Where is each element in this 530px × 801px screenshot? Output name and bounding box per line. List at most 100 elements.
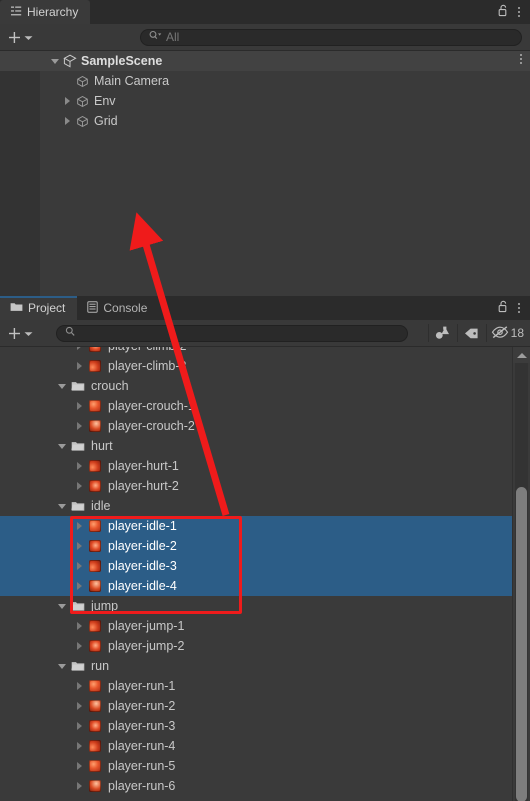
expand-triangle[interactable] xyxy=(72,362,86,370)
project-asset-row[interactable]: player-hurt-1 xyxy=(0,456,530,476)
project-folder-row[interactable]: run xyxy=(0,656,530,676)
tab-console[interactable]: Console xyxy=(77,296,159,320)
project-asset-row[interactable]: player-idle-1 xyxy=(0,516,530,536)
sprite-thumbnail-icon xyxy=(86,580,104,592)
sprite-thumbnail-icon xyxy=(86,360,104,372)
project-asset-row[interactable]: player-run-6 xyxy=(0,776,530,796)
project-panel: Project Console 18 player-climb-3 crouch… xyxy=(0,296,530,801)
expand-triangle[interactable] xyxy=(72,782,86,790)
project-asset-row[interactable]: player-run-3 xyxy=(0,716,530,736)
project-asset-row[interactable]: player-jump-2 xyxy=(0,636,530,656)
filter-by-label-icon[interactable] xyxy=(458,323,486,343)
project-asset-row[interactable]: player-idle-3 xyxy=(0,556,530,576)
hierarchy-row-env[interactable]: Env xyxy=(0,91,530,111)
expand-triangle[interactable] xyxy=(72,522,86,530)
expand-triangle[interactable] xyxy=(61,97,74,105)
expand-triangle[interactable] xyxy=(72,642,86,650)
project-asset-label: player-idle-4 xyxy=(108,579,177,593)
project-folder-row[interactable]: jump xyxy=(0,596,530,616)
project-asset-label: player-idle-3 xyxy=(108,559,177,573)
project-folder-row[interactable]: crouch xyxy=(0,376,530,396)
hierarchy-search-placeholder: All xyxy=(166,30,180,44)
tab-project[interactable]: Project xyxy=(0,296,78,320)
project-asset-label: player-jump-1 xyxy=(108,619,185,633)
project-tabbar: Project Console xyxy=(0,296,530,320)
project-asset-row[interactable]: player-run-2 xyxy=(0,696,530,716)
hierarchy-icon xyxy=(10,5,22,20)
expand-triangle[interactable] xyxy=(55,443,69,449)
expand-triangle[interactable] xyxy=(72,422,86,430)
kebab-menu-icon[interactable] xyxy=(520,54,522,64)
expand-triangle[interactable] xyxy=(72,682,86,690)
project-asset-row[interactable]: player-crouch-2 xyxy=(0,416,530,436)
project-asset-row[interactable]: player-idle-2 xyxy=(0,536,530,556)
project-asset-row[interactable]: player-run-5 xyxy=(0,756,530,776)
project-asset-label: player-idle-2 xyxy=(108,539,177,553)
expand-triangle[interactable] xyxy=(72,462,86,470)
expand-triangle[interactable] xyxy=(55,383,69,389)
project-asset-label: player-hurt-2 xyxy=(108,479,179,493)
scrollbar-thumb[interactable] xyxy=(516,487,527,801)
project-asset-row[interactable]: player-run-1 xyxy=(0,676,530,696)
project-asset-row[interactable]: player-climb-3 xyxy=(0,356,530,376)
project-asset-row[interactable]: player-crouch-1 xyxy=(0,396,530,416)
chevron-down-icon xyxy=(24,326,33,340)
expand-triangle[interactable] xyxy=(55,663,69,669)
hierarchy-row-grid[interactable]: Grid xyxy=(0,111,530,131)
console-icon xyxy=(87,300,99,316)
expand-triangle[interactable] xyxy=(61,117,74,125)
project-folder-row[interactable]: idle xyxy=(0,496,530,516)
project-folder-label: idle xyxy=(91,499,111,513)
folder-icon xyxy=(69,600,87,612)
hierarchy-row-samplescene[interactable]: SampleScene xyxy=(0,51,530,71)
expand-triangle[interactable] xyxy=(55,603,69,609)
expand-triangle[interactable] xyxy=(72,347,86,350)
expand-triangle[interactable] xyxy=(72,622,86,630)
hierarchy-row-main-camera[interactable]: Main Camera xyxy=(0,71,530,91)
hidden-packages-toggle[interactable]: 18 xyxy=(487,323,530,343)
hierarchy-tree: SampleScene Main Camera Env Grid xyxy=(0,51,530,296)
sprite-thumbnail-icon xyxy=(86,540,104,552)
expand-triangle[interactable] xyxy=(72,402,86,410)
expand-triangle[interactable] xyxy=(72,542,86,550)
filter-by-type-icon[interactable] xyxy=(429,323,457,343)
expand-triangle[interactable] xyxy=(55,503,69,509)
hierarchy-label: Main Camera xyxy=(94,74,170,88)
sprite-thumbnail-icon xyxy=(86,520,104,532)
project-asset-row[interactable]: player-idle-4 xyxy=(0,576,530,596)
kebab-menu-icon[interactable] xyxy=(518,7,520,17)
expand-triangle[interactable] xyxy=(72,742,86,750)
expand-triangle[interactable] xyxy=(72,582,86,590)
create-asset-button[interactable] xyxy=(8,324,33,342)
kebab-menu-icon[interactable] xyxy=(518,303,520,313)
expand-triangle[interactable] xyxy=(72,722,86,730)
project-asset-label: player-run-2 xyxy=(108,699,176,713)
project-asset-label: player-run-3 xyxy=(108,719,176,733)
project-asset-label: player-crouch-2 xyxy=(108,419,195,433)
project-asset-row[interactable]: player-jump-1 xyxy=(0,616,530,636)
tab-console-label: Console xyxy=(103,301,148,315)
hierarchy-tabbar: Hierarchy xyxy=(0,0,530,24)
expand-triangle[interactable] xyxy=(72,762,86,770)
project-asset-row[interactable]: player-run-4 xyxy=(0,736,530,756)
hierarchy-label: Grid xyxy=(94,114,118,128)
expand-triangle[interactable] xyxy=(72,562,86,570)
project-folder-label: jump xyxy=(91,599,119,613)
project-asset-row[interactable]: player-climb-2 xyxy=(0,347,530,356)
sprite-thumbnail-icon xyxy=(86,620,104,632)
expand-triangle[interactable] xyxy=(48,58,61,64)
sprite-thumbnail-icon xyxy=(86,480,104,492)
scroll-up-button[interactable] xyxy=(513,347,530,363)
project-search-input[interactable] xyxy=(56,324,408,342)
tab-hierarchy[interactable]: Hierarchy xyxy=(0,0,91,24)
expand-triangle[interactable] xyxy=(72,482,86,490)
lock-open-icon[interactable] xyxy=(498,4,509,20)
project-folder-row[interactable]: hurt xyxy=(0,436,530,456)
expand-triangle[interactable] xyxy=(72,702,86,710)
project-vertical-scrollbar[interactable] xyxy=(512,347,530,801)
hierarchy-search-input[interactable]: All xyxy=(140,28,522,46)
create-gameobject-button[interactable] xyxy=(8,28,33,46)
lock-open-icon[interactable] xyxy=(498,300,509,316)
sprite-thumbnail-icon xyxy=(86,740,104,752)
project-asset-row[interactable]: player-hurt-2 xyxy=(0,476,530,496)
